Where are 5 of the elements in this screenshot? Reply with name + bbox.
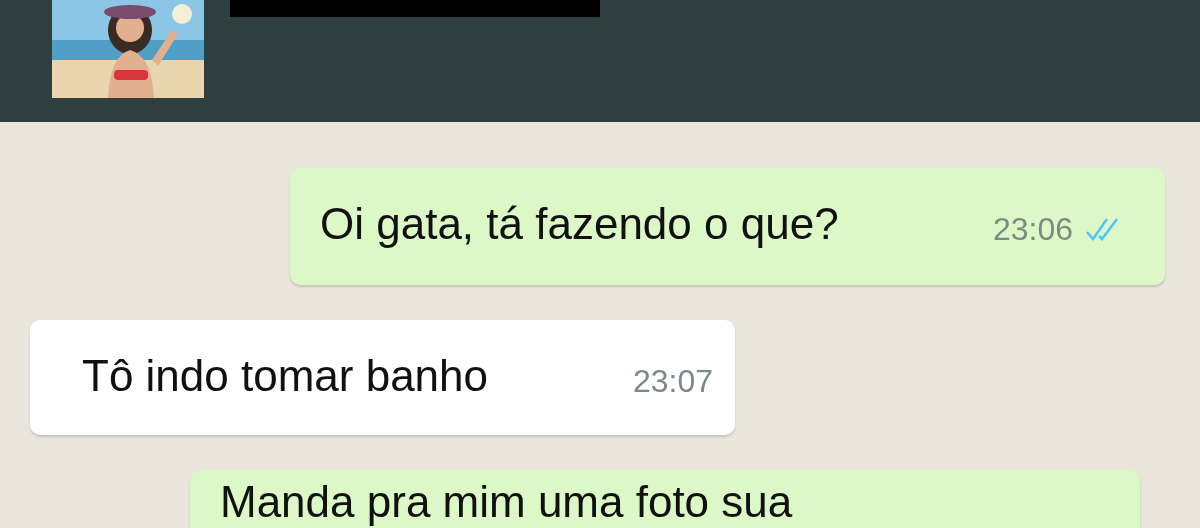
message-text: Oi gata, tá fazendo o que?	[320, 198, 840, 250]
message-time: 23:07	[632, 363, 713, 400]
message-text: Tô indo tomar banho	[82, 350, 490, 402]
message-text: Manda pra mim uma foto sua	[220, 476, 793, 528]
message-time: 23:06	[992, 211, 1073, 248]
